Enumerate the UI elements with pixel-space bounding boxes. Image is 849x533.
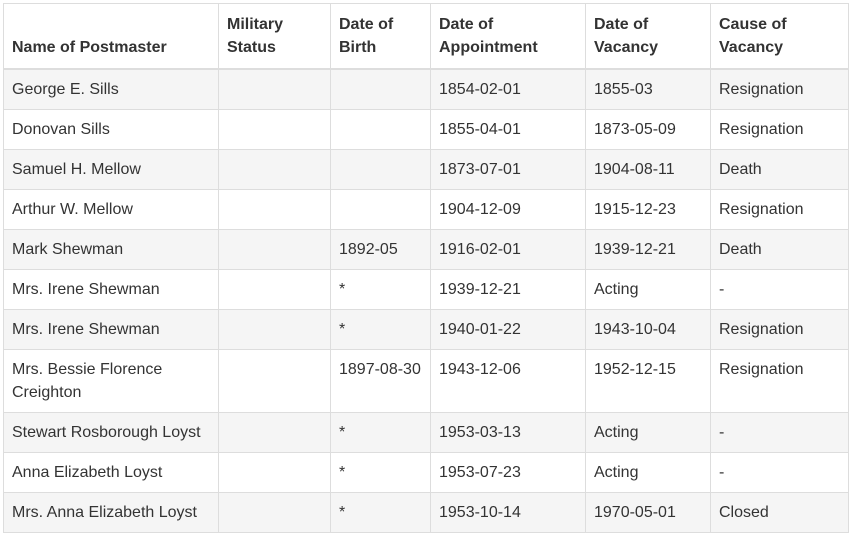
- table-row: Mrs. Anna Elizabeth Loyst * 1953-10-14 1970…: [3, 492, 849, 533]
- header-row: Name of Postmaster Military Status Date …: [3, 3, 849, 70]
- cell-name-of-postmaster: Stewart Rosborough Loyst: [3, 412, 219, 453]
- cell-date-of-birth: [330, 68, 431, 110]
- table-row: Stewart Rosborough Loyst * 1953-03-13 Actin…: [3, 412, 849, 453]
- cell-military-status: [218, 452, 331, 493]
- cell-name-of-postmaster: Arthur W. Mellow: [3, 189, 219, 230]
- table-row: Arthur W. Mellow 1904-12-09 1915-12-23 Resi…: [3, 189, 849, 230]
- header-cause-of-vacancy: Cause of Vacancy: [710, 3, 849, 70]
- table-row: Mrs. Irene Shewman * 1940-01-22 1943-10-04 R…: [3, 309, 849, 350]
- cell-cause-of-vacancy: -: [710, 269, 849, 310]
- cell-name-of-postmaster: Samuel H. Mellow: [3, 149, 219, 190]
- cell-cause-of-vacancy: -: [710, 412, 849, 453]
- cell-date-of-vacancy: 1939-12-21: [585, 229, 711, 270]
- cell-military-status: [218, 229, 331, 270]
- table-row: Anna Elizabeth Loyst * 1953-07-23 Acting -: [3, 452, 849, 493]
- cell-date-of-birth: *: [330, 412, 431, 453]
- cell-date-of-birth: [330, 189, 431, 230]
- cell-name-of-postmaster: Anna Elizabeth Loyst: [3, 452, 219, 493]
- table-row: Donovan Sills 1855-04-01 1873-05-09 Resigna…: [3, 109, 849, 150]
- cell-date-of-vacancy: 1904-08-11: [585, 149, 711, 190]
- cell-cause-of-vacancy: Closed: [710, 492, 849, 533]
- cell-date-of-appointment: 1953-10-14: [430, 492, 586, 533]
- cell-date-of-appointment: 1916-02-01: [430, 229, 586, 270]
- cell-date-of-appointment: 1939-12-21: [430, 269, 586, 310]
- cell-cause-of-vacancy: Resignation: [710, 109, 849, 150]
- table-header: Name of Postmaster Military Status Date …: [3, 3, 849, 70]
- cell-date-of-appointment: 1940-01-22: [430, 309, 586, 350]
- cell-date-of-vacancy: 1952-12-15: [585, 349, 711, 413]
- cell-name-of-postmaster: Mark Shewman: [3, 229, 219, 270]
- cell-name-of-postmaster: Donovan Sills: [3, 109, 219, 150]
- cell-cause-of-vacancy: Resignation: [710, 349, 849, 413]
- cell-date-of-vacancy: 1943-10-04: [585, 309, 711, 350]
- header-date-of-birth: Date of Birth: [330, 3, 431, 70]
- cell-date-of-birth: *: [330, 492, 431, 533]
- table-row: Mark Shewman 1892-05 1916-02-01 1939-12-21 D…: [3, 229, 849, 270]
- cell-date-of-vacancy: 1970-05-01: [585, 492, 711, 533]
- cell-date-of-birth: *: [330, 269, 431, 310]
- cell-date-of-appointment: 1953-03-13: [430, 412, 586, 453]
- cell-date-of-birth: [330, 109, 431, 150]
- cell-military-status: [218, 492, 331, 533]
- cell-cause-of-vacancy: Death: [710, 149, 849, 190]
- cell-military-status: [218, 412, 331, 453]
- cell-date-of-vacancy: 1873-05-09: [585, 109, 711, 150]
- cell-military-status: [218, 149, 331, 190]
- cell-date-of-vacancy: Acting: [585, 412, 711, 453]
- cell-date-of-appointment: 1854-02-01: [430, 68, 586, 110]
- cell-military-status: [218, 349, 331, 413]
- cell-name-of-postmaster: Mrs. Irene Shewman: [3, 309, 219, 350]
- header-name-of-postmaster: Name of Postmaster: [3, 3, 219, 70]
- table-row: Mrs. Bessie Florence Creighton 1897-08-30…: [3, 349, 849, 413]
- cell-date-of-birth: *: [330, 309, 431, 350]
- cell-military-status: [218, 189, 331, 230]
- cell-date-of-vacancy: 1855-03: [585, 68, 711, 110]
- cell-date-of-vacancy: Acting: [585, 269, 711, 310]
- cell-cause-of-vacancy: Death: [710, 229, 849, 270]
- table-body: George E. Sills 1854-02-01 1855-03 Resignat…: [3, 68, 849, 533]
- cell-cause-of-vacancy: Resignation: [710, 189, 849, 230]
- cell-date-of-appointment: 1873-07-01: [430, 149, 586, 190]
- header-date-of-vacancy: Date of Vacancy: [585, 3, 711, 70]
- cell-military-status: [218, 68, 331, 110]
- cell-name-of-postmaster: Mrs. Bessie Florence Creighton: [3, 349, 219, 413]
- cell-military-status: [218, 309, 331, 350]
- cell-name-of-postmaster: George E. Sills: [3, 68, 219, 110]
- cell-name-of-postmaster: Mrs. Irene Shewman: [3, 269, 219, 310]
- cell-military-status: [218, 269, 331, 310]
- table-row: George E. Sills 1854-02-01 1855-03 Resignat…: [3, 68, 849, 110]
- cell-date-of-appointment: 1855-04-01: [430, 109, 586, 150]
- table-row: Mrs. Irene Shewman * 1939-12-21 Acting -: [3, 269, 849, 310]
- cell-name-of-postmaster: Mrs. Anna Elizabeth Loyst: [3, 492, 219, 533]
- cell-cause-of-vacancy: Resignation: [710, 68, 849, 110]
- cell-cause-of-vacancy: Resignation: [710, 309, 849, 350]
- cell-date-of-appointment: 1943-12-06: [430, 349, 586, 413]
- cell-date-of-vacancy: 1915-12-23: [585, 189, 711, 230]
- cell-date-of-birth: 1897-08-30: [330, 349, 431, 413]
- header-date-of-appointment: Date of Appointment: [430, 3, 586, 70]
- cell-military-status: [218, 109, 331, 150]
- cell-date-of-appointment: 1953-07-23: [430, 452, 586, 493]
- cell-date-of-birth: [330, 149, 431, 190]
- cell-date-of-birth: 1892-05: [330, 229, 431, 270]
- cell-date-of-appointment: 1904-12-09: [430, 189, 586, 230]
- cell-date-of-vacancy: Acting: [585, 452, 711, 493]
- cell-cause-of-vacancy: -: [710, 452, 849, 493]
- header-military-status: Military Status: [218, 3, 331, 70]
- table-row: Samuel H. Mellow 1873-07-01 1904-08-11 Deat…: [3, 149, 849, 190]
- cell-date-of-birth: *: [330, 452, 431, 493]
- postmasters-table: Name of Postmaster Military Status Date …: [3, 3, 849, 533]
